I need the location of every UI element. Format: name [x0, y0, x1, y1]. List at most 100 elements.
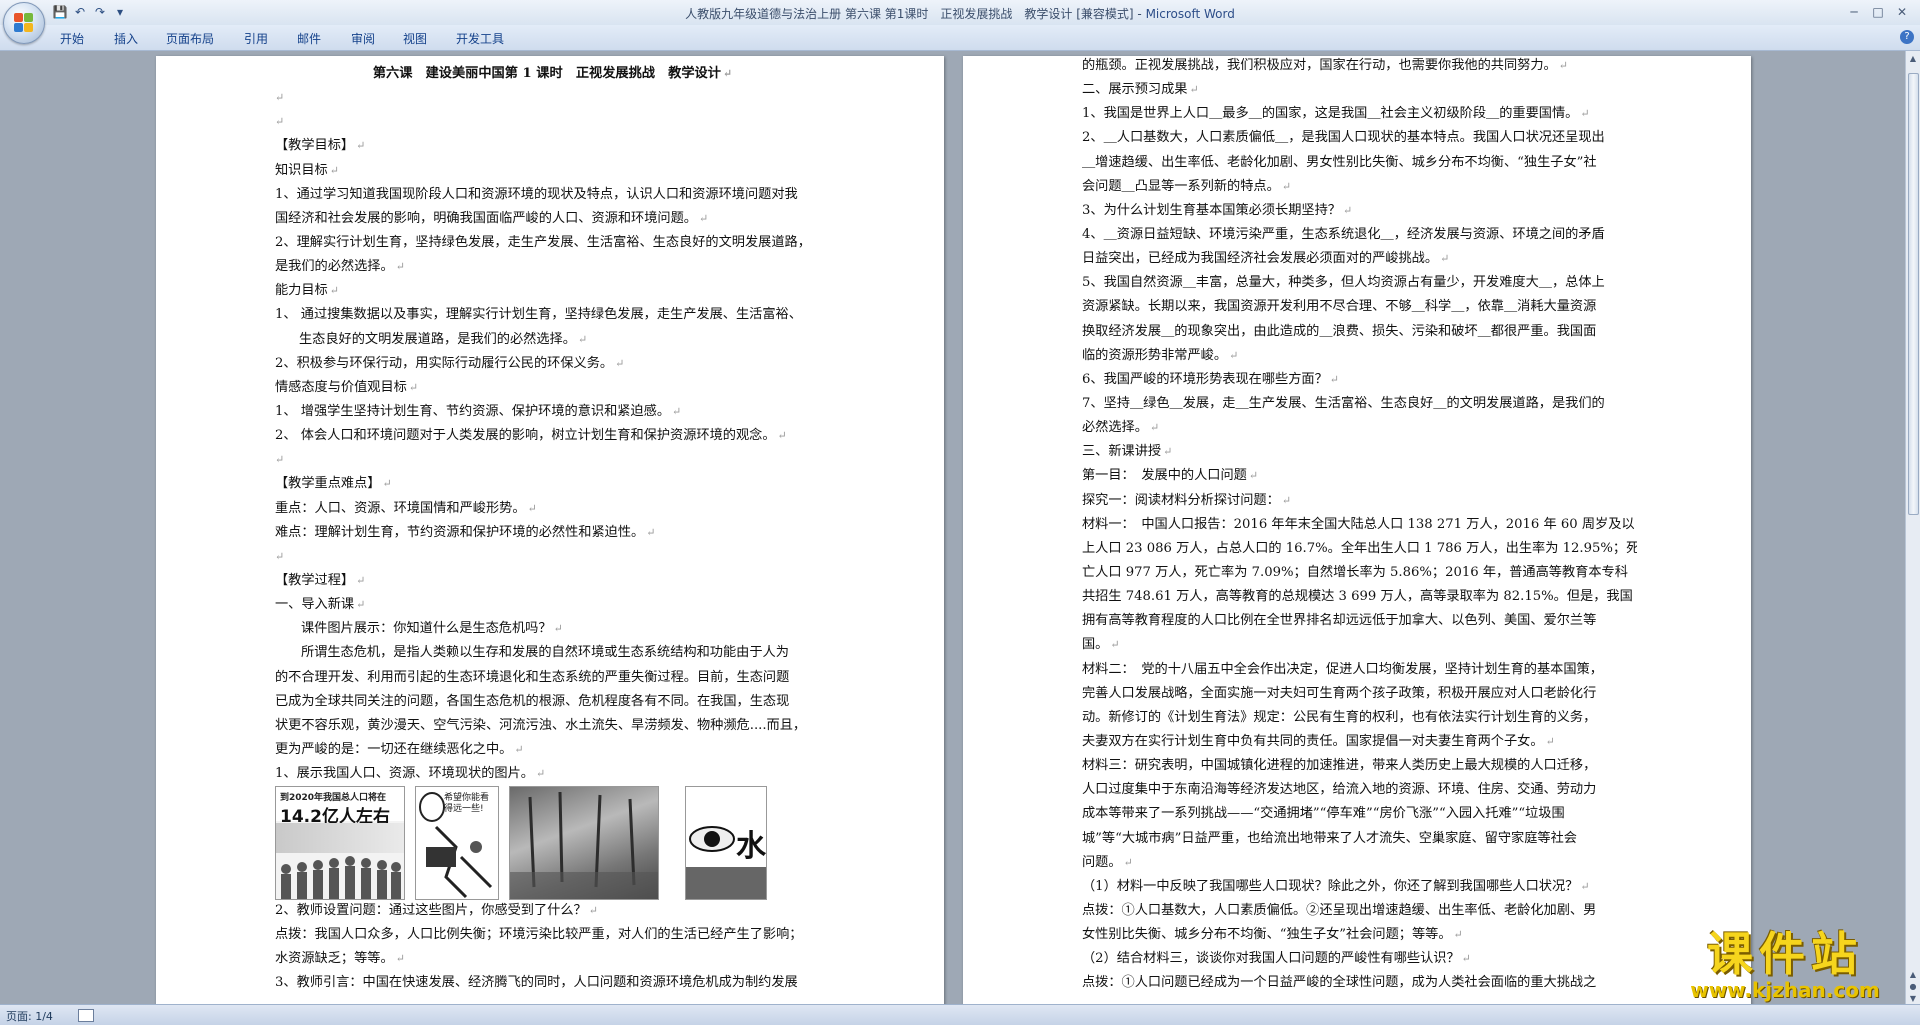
tab-mailings[interactable]: 邮件 [297, 30, 321, 47]
paragraph-line: 一、导入新课 ↵ [275, 597, 366, 613]
paragraph-line: 夫妻双方在实行计划生育中负有共同的责任。国家提倡一对夫妻生育两个子女。 ↵ [1082, 733, 1555, 749]
paragraph-line: 点拨：①人口基数大，人口素质偏低。②还呈现出增速趋缓、出生率低、老龄化加剧、男 [1082, 902, 1597, 918]
cartoon-figure-icon [419, 792, 493, 899]
paragraph-line: 材料一： 中国人口报告：2016 年年末全国大陆总人口 138 271 万人，2… [1082, 516, 1635, 532]
proofing-status-icon[interactable] [78, 1009, 94, 1022]
paragraph-line: 5、我国自然资源＿丰富，总量大，种类多，但人均资源占有量少，开发难度大＿，总体上 [1082, 275, 1605, 291]
select-browse-object-icon[interactable]: ● [1907, 981, 1919, 993]
paragraph-line: 所谓生态危机，是指人类赖以生存和发展的自然环境或生态系统结构和功能由于人为 [301, 645, 789, 661]
office-button[interactable] [3, 2, 45, 44]
paragraph-line: 水资源缺乏；等等。 ↵ [275, 951, 405, 967]
paragraph-line: 完善人口发展战略，全面实施一对夫妇可生育两个孩子政策，积极开展应对人口老龄化行 [1082, 685, 1597, 701]
title-bar: 💾 ↶ ↷ ▾ 人教版九年级道德与法治上册 第六课 第1课时 正视发展挑战 教学… [0, 0, 1920, 44]
office-logo-icon [14, 13, 34, 33]
paragraph-line: ↵ [275, 453, 285, 467]
paragraph-line: 临的资源形势非常严峻。 ↵ [1082, 347, 1239, 363]
page-1-text-block-bottom: 2、教师设置问题：通过这些图片，你感受到了什么？ ↵ 点拨：我国人口众多，人口比例… [275, 899, 830, 996]
paragraph-line: 6、我国严峻的环境形势表现在哪些方面？ ↵ [1082, 371, 1339, 387]
page-2-text-block: 的瓶颈。正视发展挑战，我们积极应对，国家在行动，也需要你我他的共同努力。 ↵ 二、… [1082, 54, 1637, 995]
paragraph-line: 3、为什么计划生育基本国策必须长期坚持？ ↵ [1082, 202, 1353, 218]
maximize-button[interactable]: □ [1868, 3, 1888, 21]
paragraph-line: ＿增速趋缓、出生率低、老龄化加剧、男女性别比失衡、城乡分布不均衡、“独生子女”社 [1082, 154, 1597, 170]
paragraph-line: 日益突出，已经成为我国经济社会发展必须面对的严峻挑战。 ↵ [1082, 251, 1450, 267]
paragraph-line: 难点：理解计划生育，节约资源和保护环境的必然性和紧迫性。 ↵ [275, 524, 656, 540]
previous-page-icon[interactable]: ▲ [1907, 969, 1919, 981]
close-button[interactable]: ✕ [1892, 3, 1912, 21]
paragraph-line: 二、展示预习成果 ↵ [1082, 82, 1199, 98]
cartoon-image: 希望你能看得远一些! [415, 786, 499, 900]
paragraph-line: 资源紧缺。长期以来，我国资源开发利用不尽合理、不够＿科学＿，依靠＿消耗大量资源 [1082, 299, 1597, 315]
page-number-status[interactable]: 页面: 1/4 [6, 1008, 53, 1024]
tab-home[interactable]: 开始 [60, 30, 84, 47]
image-strip: 到2020年我国总人口将在 14.2亿人左右 希望你能看得远一些! 水 [275, 786, 830, 900]
paragraph-line: 的瓶颈。正视发展挑战，我们积极应对，国家在行动，也需要你我他的共同努力。 ↵ [1082, 58, 1568, 73]
scroll-up-icon[interactable]: ▲ [1907, 53, 1919, 65]
paragraph-line: 探究一：阅读材料分析探讨问题： ↵ [1082, 492, 1292, 508]
ribbon-tab-bar: 开始 插入 页面布局 引用 邮件 审阅 视图 开发工具 ? [0, 25, 1920, 51]
paragraph-line: 1、 通过搜集数据以及事实，理解实行计划生育，坚持绿色发展，走生产发展、生活富裕… [275, 307, 802, 323]
paragraph-line: 国经济和社会发展的影响，明确我国面临严峻的人口、资源和环境问题。 ↵ [275, 210, 709, 226]
paragraph-line: 城”等“大城市病”日益严重，也给流出地带来了人才流失、空巢家庭、留守家庭等社会 [1082, 830, 1577, 846]
paragraph-line: 成本等带来了一系列挑战——“交通拥堵”“停车难”“房价飞涨”“入园入托难”“垃圾… [1082, 806, 1565, 822]
document-page-1[interactable]: 第六课 建设美丽中国第 1 课时 正视发展挑战 教学设计 ↵ ↵ ↵ 【教学目标】… [156, 56, 944, 1005]
tab-review[interactable]: 审阅 [351, 30, 375, 47]
paragraph-line: 共招生 748.61 万人，高等教育的总规模达 3 699 万人，高等录取率为 … [1082, 589, 1633, 605]
paragraph-line: 1、 增强学生坚持计划生育、节约资源、保护环境的意识和紧迫感。 ↵ [275, 403, 682, 419]
paragraph-line: 2、＿人口基数大，人口素质偏低＿，是我国人口现状的基本特点。我国人口状况还呈现出 [1082, 130, 1605, 146]
trees-icon [510, 791, 658, 899]
vertical-scrollbar[interactable]: ▲ ▲ ● ▼ [1905, 51, 1920, 1005]
tab-view[interactable]: 视图 [403, 30, 427, 47]
paragraph-line: 4、＿资源日益短缺、环境污染严重，生态系统退化＿，经济发展与资源、环境之间的矛盾 [1082, 226, 1605, 242]
paragraph-line: 会问题＿凸显等一系列新的特点。 ↵ [1082, 178, 1292, 194]
paragraph-line: 能力目标 ↵ [275, 283, 339, 299]
tab-developer[interactable]: 开发工具 [456, 30, 504, 47]
page-1-text-block-top: 第六课 建设美丽中国第 1 课时 正视发展挑战 教学设计 ↵ ↵ ↵ 【教学目标】… [275, 62, 830, 786]
paragraph-line: ↵ [275, 91, 285, 105]
paragraph-line: 2、教师设置问题：通过这些图片，你感受到了什么？ ↵ [275, 903, 598, 918]
paragraph-line: 问题。 ↵ [1082, 854, 1133, 870]
tab-insert[interactable]: 插入 [114, 30, 138, 47]
watermark-url: www.kjzhan.com [1690, 978, 1880, 1002]
site-watermark: 课件站 www.kjzhan.com [1666, 929, 1904, 1003]
paragraph-line: 课件图片展示：你知道什么是生态危机吗？ ↵ [301, 621, 563, 637]
paragraph-line: 国。 ↵ [1082, 637, 1120, 653]
paragraph-line: 状更不容乐观，黄沙漫天、空气污染、河流污浊、水土流失、旱涝频发、物种濒危....… [275, 717, 807, 733]
paragraph-line: 的不合理开发、利用而引起的生态环境退化和生态系统的严重失衡过程。目前，生态问题 [275, 669, 790, 685]
document-page-2[interactable]: 的瓶颈。正视发展挑战，我们积极应对，国家在行动，也需要你我他的共同努力。 ↵ 二、… [963, 56, 1751, 1005]
paragraph-line: （1）材料一中反映了我国哪些人口现状？除此之外，你还了解到我国哪些人口状况？ ↵ [1082, 878, 1590, 894]
water-eye-poster-image: 水 [685, 786, 767, 900]
paragraph-line: 1、我国是世界上人口＿最多＿的国家，这是我国＿社会主义初级阶段＿的重要国情。 ↵ [1082, 106, 1590, 122]
section-heading: 【教学目标】 ↵ [275, 138, 366, 154]
paragraph-line: 情感态度与价值观目标 ↵ [275, 379, 419, 395]
paragraph-line: 2、积极参与环保行动，用实际行动履行公民的环保义务。 ↵ [275, 355, 625, 371]
paragraph-line: 人口过度集中于东南沿海等经济发达地区，给流入地的资源、环境、住房、交通、劳动力 [1082, 782, 1597, 798]
paragraph-line: 1、展示我国人口、资源、环境现状的图片。 ↵ [275, 766, 546, 782]
paragraph-line: 点拨：①人口问题已经成为一个日益严峻的全球性问题，成为人类社会面临的重大挑战之 [1082, 975, 1597, 991]
paragraph-line: 是我们的必然选择。 ↵ [275, 259, 405, 275]
tab-references[interactable]: 引用 [244, 30, 268, 47]
paragraph-line: 已成为全球共同关注的问题，各国生态危机的根源、危机程度各有不同。在我国，生态现 [275, 693, 790, 709]
tab-page-layout[interactable]: 页面布局 [166, 30, 214, 47]
paragraph-line: 第一目： 发展中的人口问题 ↵ [1082, 468, 1259, 484]
paragraph-line: 三、新课讲授 ↵ [1082, 444, 1173, 460]
paragraph-line: 7、坚持＿绿色＿发展，走＿生产发展、生活富裕、生态良好＿的文明发展道路，是我们的 [1082, 395, 1605, 411]
paragraph-line: 3、教师引言：中国在快速发展、经济腾飞的同时，人口问题和资源环境危机成为制约发展 [275, 975, 798, 991]
minimize-button[interactable]: ─ [1844, 3, 1864, 21]
paragraph-line: ↵ [275, 115, 285, 129]
paragraph-line: 亡人口 977 万人，死亡率为 7.09%；自然增长率为 5.86%；2016 … [1082, 564, 1628, 580]
paragraph-line: 2、 体会人口和环境问题对于人类发展的影响，树立计划生育和保护资源环境的观念。 ↵ [275, 428, 787, 444]
flood-disaster-image [509, 786, 659, 900]
paragraph-line: ↵ [275, 549, 285, 563]
paragraph-line: 女性别比失衡、城乡分布不均衡、“独生子女”社会问题；等等。 ↵ [1082, 927, 1463, 943]
paragraph-line: （2）结合材料三，谈谈你对我国人口问题的严峻性有哪些认识？ ↵ [1082, 951, 1471, 967]
paragraph-line: 2、理解实行计划生育，坚持绿色发展，走生产发展、生活富裕、生态良好的文明发展道路… [275, 234, 811, 250]
status-bar: 页面: 1/4 [0, 1004, 1920, 1025]
population-poster-image: 到2020年我国总人口将在 14.2亿人左右 [275, 786, 405, 900]
paragraph-line: 知识目标 ↵ [275, 162, 339, 178]
help-icon[interactable]: ? [1900, 30, 1914, 44]
paragraph-line: 更为严峻的是：一切还在继续恶化之中。 ↵ [275, 741, 524, 757]
paragraph-line: 必然选择。 ↵ [1082, 420, 1160, 436]
paragraph-line: 上人口 23 086 万人，占总人口的 16.7%。全年出生人口 1 786 万… [1082, 540, 1637, 556]
paragraph-line: 点拨：我国人口众多，人口比例失衡；环境污染比较严重，对人们的生活已经产生了影响； [275, 927, 803, 943]
scrollbar-thumb[interactable] [1908, 73, 1919, 515]
